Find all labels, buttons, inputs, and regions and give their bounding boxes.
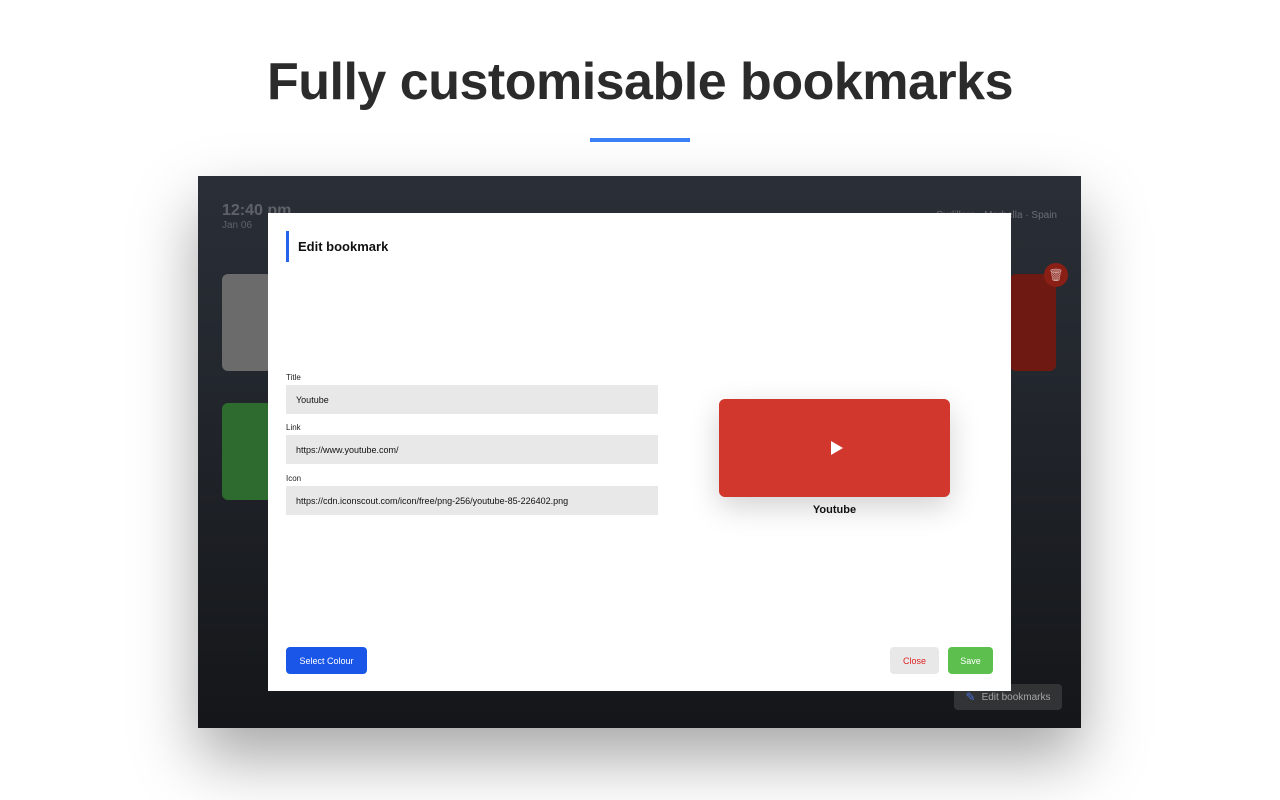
page-headline: Fully customisable bookmarks [266, 53, 1014, 111]
link-input[interactable] [286, 435, 658, 464]
save-button[interactable]: Save [948, 647, 993, 674]
background-bookmark-tile[interactable] [1010, 274, 1056, 371]
edit-bookmarks-label: Edit bookmarks [981, 691, 1051, 703]
background-bookmark-tile[interactable] [222, 403, 272, 500]
modal-title: Edit bookmark [286, 231, 388, 262]
trash-icon[interactable]: 🗑 [1044, 263, 1068, 287]
edit-bookmark-modal: Edit bookmark Title Link Icon Youtube Se… [268, 213, 1011, 691]
close-button[interactable]: Close [890, 647, 939, 674]
title-input[interactable] [286, 385, 658, 414]
bookmark-preview-tile [719, 399, 950, 497]
link-label: Link [286, 423, 301, 432]
bookmark-preview-label: Youtube [812, 504, 857, 516]
title-label: Title [286, 373, 301, 382]
icon-url-input[interactable] [286, 486, 658, 515]
pencil-icon: ✎ [965, 690, 976, 704]
play-icon [830, 441, 843, 455]
app-window: 12:40 pm Jan 06 Cudillero · Marbella · S… [198, 176, 1081, 728]
icon-label: Icon [286, 474, 302, 483]
background-date: Jan 06 [222, 220, 253, 231]
headline-underline [590, 138, 690, 142]
select-colour-button[interactable]: Select Colour [286, 647, 367, 674]
background-bookmark-tile[interactable] [222, 274, 272, 371]
